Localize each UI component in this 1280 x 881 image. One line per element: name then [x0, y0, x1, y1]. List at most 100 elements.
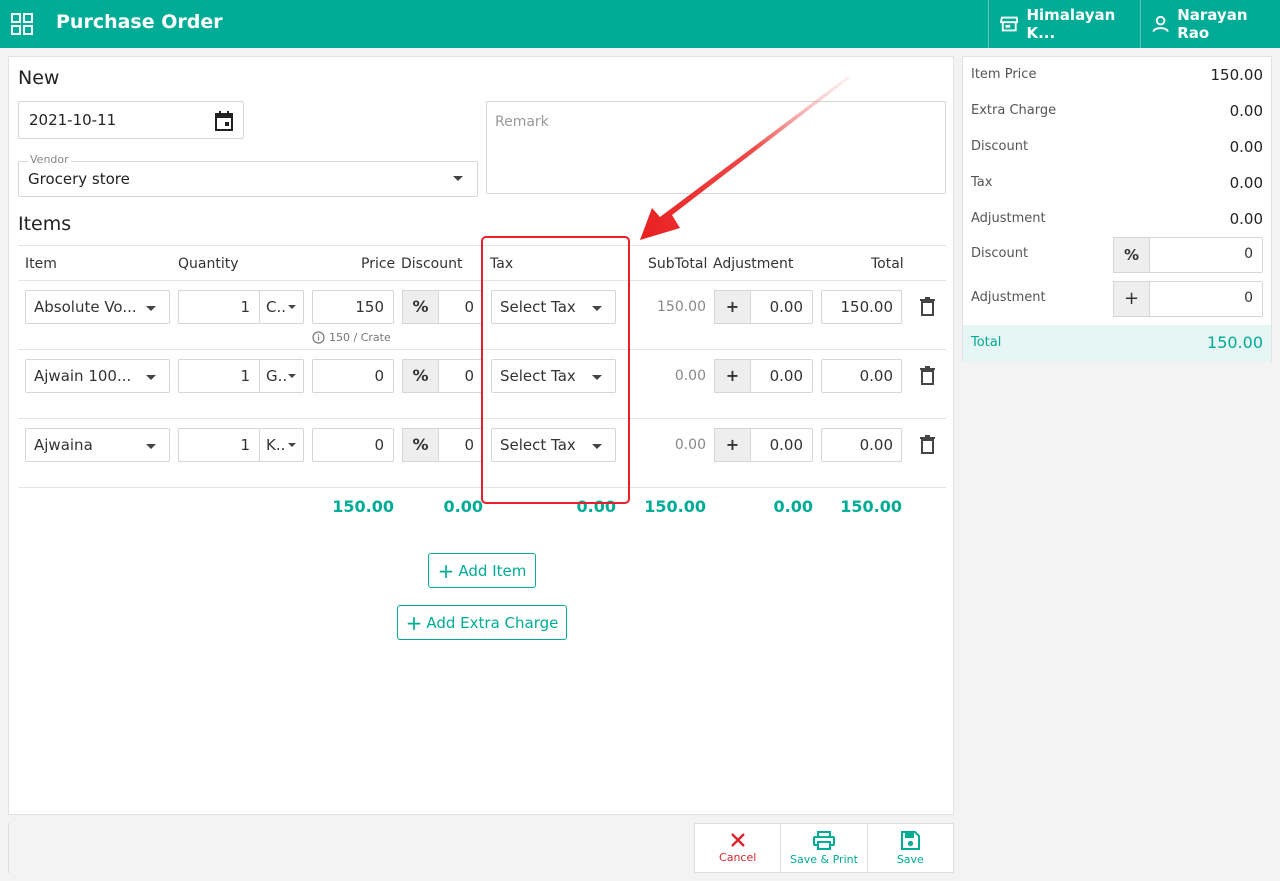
divider [18, 245, 946, 246]
summary-row: Tax 0.00 [971, 174, 1263, 194]
summary-row: Extra Charge 0.00 [971, 102, 1263, 122]
chevron-down-icon [592, 306, 602, 311]
total-input[interactable]: 150.00 [821, 290, 902, 324]
price-input[interactable]: 150 [312, 290, 394, 324]
price-input[interactable]: 0 [312, 359, 394, 393]
quantity-input[interactable]: 1 [178, 428, 260, 462]
summary-adjustment-label: Adjustment [971, 290, 1046, 305]
unit-select[interactable]: G.. [259, 359, 304, 393]
item-select[interactable]: Ajwaina [25, 428, 170, 462]
summary-adjustment-input[interactable]: 0 [1149, 281, 1263, 317]
chevron-down-icon [592, 444, 602, 449]
chevron-down-icon [146, 375, 156, 380]
apps-grid-icon[interactable] [11, 13, 33, 35]
summary-value: 0.00 [1229, 210, 1263, 228]
remark-field[interactable]: Remark [486, 101, 946, 194]
tax-select[interactable]: Select Tax [491, 359, 616, 393]
top-bar: Purchase Order Himalayan K... Narayan Ra… [0, 0, 1280, 48]
vendor-select[interactable]: Vendor Grocery store [18, 153, 478, 197]
adjustment-value: 0.00 [769, 298, 803, 316]
close-icon [730, 833, 745, 847]
remark-placeholder: Remark [495, 114, 549, 130]
unit-select[interactable]: C.. [259, 290, 304, 324]
chevron-down-icon [288, 443, 296, 447]
discount-type-toggle[interactable]: % [402, 290, 439, 324]
discount-type-toggle[interactable]: % [402, 428, 439, 462]
summary-total-label: Total [971, 335, 1002, 350]
vendor-label: Vendor [28, 153, 71, 166]
quantity-value: 1 [240, 298, 250, 316]
date-field[interactable]: 2021-10-11 [18, 101, 244, 139]
adjustment-value: 0.00 [769, 436, 803, 454]
discount-type-toggle[interactable]: % [402, 359, 439, 393]
chevron-down-icon [453, 176, 463, 181]
summary-label: Item Price [971, 67, 1037, 82]
cancel-label: Cancel [719, 851, 757, 864]
adjustment-input[interactable]: 0.00 [750, 359, 813, 393]
unit-select[interactable]: K.. [259, 428, 304, 462]
summary-discount-label: Discount [971, 246, 1029, 261]
chevron-down-icon [288, 305, 296, 309]
col-adjustment: Adjustment [713, 256, 794, 272]
total-input[interactable]: 0.00 [821, 359, 902, 393]
discount-input[interactable]: 0 [438, 359, 483, 393]
discount-input[interactable]: 0 [438, 290, 483, 324]
discount-value: 0 [464, 367, 474, 385]
price-input[interactable]: 0 [312, 428, 394, 462]
unit-value: K.. [266, 436, 286, 454]
adjustment-sign-toggle[interactable]: + [714, 428, 751, 462]
tax-select[interactable]: Select Tax [491, 290, 616, 324]
add-extra-charge-button[interactable]: + Add Extra Charge [397, 605, 567, 640]
save-button[interactable]: Save [866, 824, 953, 872]
summary-discount-row: Discount % 0 [971, 237, 1263, 273]
item-name: Absolute Vo... [34, 298, 137, 316]
chevron-down-icon [146, 306, 156, 311]
col-tax: Tax [490, 256, 514, 272]
quantity-input[interactable]: 1 [178, 359, 260, 393]
date-value: 2021-10-11 [29, 111, 117, 129]
discount-input[interactable]: 0 [438, 428, 483, 462]
save-print-button[interactable]: Save & Print [780, 824, 866, 872]
adjustment-input[interactable]: 0.00 [750, 290, 813, 324]
adjustment-input[interactable]: 0.00 [750, 428, 813, 462]
page-title: Purchase Order [56, 11, 223, 33]
summary-panel: Item Price 150.00 Extra Charge 0.00 Disc… [962, 56, 1272, 362]
divider [18, 349, 946, 350]
summary-adjustment-row: Adjustment + 0 [971, 281, 1263, 317]
item-select[interactable]: Absolute Vo... [25, 290, 170, 324]
order-form-panel: New 2021-10-11 Vendor Grocery store Rema… [8, 56, 954, 815]
cancel-button[interactable]: Cancel [695, 824, 780, 872]
unit-price-hint: 150 / Crate [312, 331, 391, 344]
store-switcher[interactable]: Himalayan K... [988, 0, 1140, 48]
chevron-down-icon [288, 374, 296, 378]
add-extra-charge-label: Add Extra Charge [426, 613, 559, 632]
footer-grand-total: 150.00 [840, 497, 902, 516]
summary-adjustment-sign-toggle[interactable]: + [1113, 281, 1150, 317]
price-value: 150 [355, 298, 384, 316]
trash-icon[interactable] [920, 435, 935, 454]
info-icon [312, 331, 325, 344]
summary-value: 150.00 [1210, 66, 1264, 84]
summary-label: Adjustment [971, 211, 1046, 226]
divider [18, 418, 946, 419]
tax-select[interactable]: Select Tax [491, 428, 616, 462]
summary-discount-input[interactable]: 0 [1149, 237, 1263, 273]
total-input[interactable]: 0.00 [821, 428, 902, 462]
tax-value: Select Tax [500, 367, 576, 385]
user-menu[interactable]: Narayan Rao [1140, 0, 1280, 48]
save-label: Save [896, 852, 924, 866]
add-item-button[interactable]: + Add Item [428, 553, 536, 588]
item-select[interactable]: Ajwain 100... [25, 359, 170, 393]
quantity-input[interactable]: 1 [178, 290, 260, 324]
calendar-icon[interactable] [215, 111, 233, 131]
footer-tax-total: 0.00 [576, 497, 616, 516]
adjustment-sign-toggle[interactable]: + [714, 290, 751, 324]
add-item-label: Add Item [458, 561, 527, 580]
trash-icon[interactable] [920, 366, 935, 385]
adjustment-sign-toggle[interactable]: + [714, 359, 751, 393]
trash-icon[interactable] [920, 297, 935, 316]
summary-discount-type-toggle[interactable]: % [1113, 237, 1150, 273]
summary-adjustment-value: 0 [1244, 290, 1253, 306]
plus-icon: + [405, 610, 423, 635]
total-value: 150.00 [840, 298, 894, 316]
